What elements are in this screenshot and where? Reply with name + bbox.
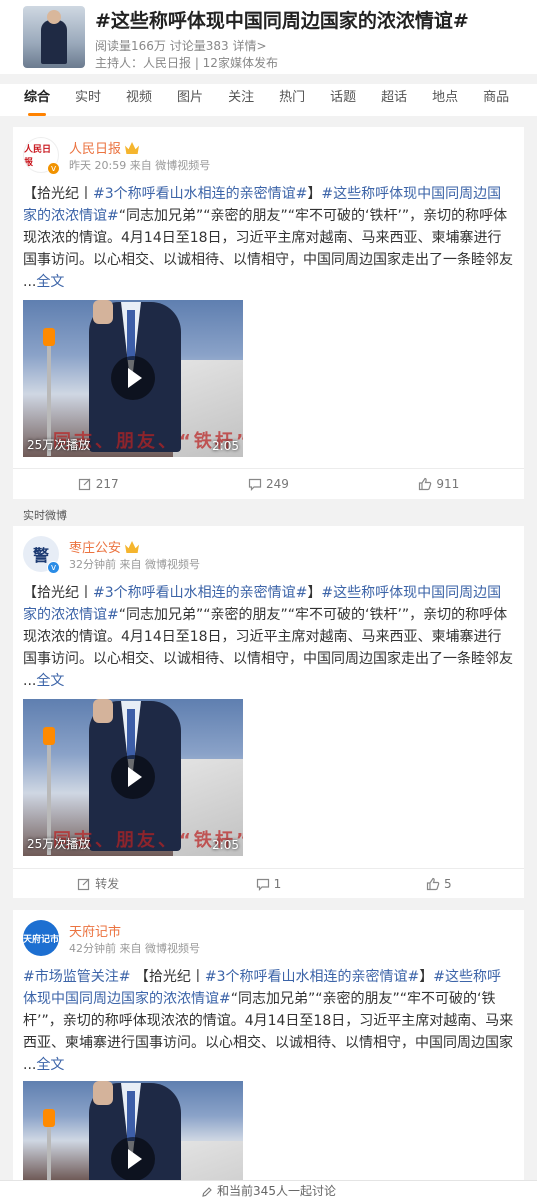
tab-images[interactable]: 图片: [177, 84, 203, 116]
repost-icon: [78, 478, 91, 491]
author-name[interactable]: 枣庄公安: [69, 537, 140, 556]
comment-button[interactable]: 1: [183, 869, 353, 898]
post-meta: 32分钟前 来自 微博视频号: [69, 558, 200, 571]
video-thumbnail[interactable]: [23, 1081, 243, 1180]
topic-thumbnail[interactable]: [23, 6, 85, 68]
hashtag-link[interactable]: #3个称呼看山水相连的亲密情谊#: [93, 186, 307, 202]
tab-hot[interactable]: 热门: [279, 84, 305, 116]
video-thumbnail[interactable]: 同志、朋友、“铁杆” 25万次播放 2:05: [23, 300, 243, 457]
crown-icon: [125, 142, 140, 154]
hashtag-link[interactable]: #3个称呼看山水相连的亲密情谊#: [205, 969, 419, 985]
play-count: 25万次播放: [27, 837, 91, 851]
post-card: 警 v 枣庄公安 32分钟前 来自 微博视频号 【拾光纪丨#3个称呼看山水相连的…: [13, 526, 524, 898]
post-header: 天府记市 天府记市 42分钟前 来自 微博视频号: [23, 920, 513, 964]
comment-icon: [256, 878, 269, 891]
play-icon[interactable]: [111, 356, 155, 400]
tab-realtime[interactable]: 实时: [75, 84, 101, 116]
topic-host: 主持人：人民日报 | 12家媒体发布: [95, 56, 278, 70]
post-meta: 昨天 20:59 来自 微博视频号: [69, 159, 211, 172]
play-count: 25万次播放: [27, 438, 91, 452]
pencil-icon: [202, 1187, 212, 1197]
verified-badge-icon: v: [47, 162, 60, 175]
post-header: 警 v 枣庄公安 32分钟前 来自 微博视频号: [23, 536, 513, 580]
post-text: #市场监管关注# 【拾光纪丨#3个称呼看山水相连的亲密情谊#】#这些称呼体现中国…: [23, 969, 514, 1073]
section-label: 实时微博: [23, 509, 67, 522]
action-bar: 转发 1 5: [13, 868, 524, 898]
play-icon[interactable]: [111, 755, 155, 799]
expand-full-link[interactable]: 全文: [36, 673, 64, 689]
repost-icon: [78, 878, 90, 891]
tab-video[interactable]: 视频: [126, 84, 152, 116]
post-meta: 42分钟前 来自 微博视频号: [69, 942, 200, 955]
tab-bar: 综合 实时 视频 图片 关注 热门 话题 超话 地点 商品: [0, 84, 537, 116]
post-header: 人民日报 v 人民日报 昨天 20:59 来自 微博视频号: [23, 137, 513, 181]
like-button[interactable]: 911: [354, 469, 524, 498]
tab-products[interactable]: 商品: [483, 84, 509, 116]
play-icon[interactable]: [111, 1137, 155, 1180]
tab-following[interactable]: 关注: [228, 84, 254, 116]
verified-badge-icon: v: [47, 561, 60, 574]
avatar[interactable]: 天府记市: [23, 920, 59, 956]
hashtag-link[interactable]: #3个称呼看山水相连的亲密情谊#: [93, 585, 307, 601]
video-duration: 2:05: [212, 838, 239, 852]
comment-icon: [248, 478, 262, 491]
expand-full-link[interactable]: 全文: [36, 1057, 64, 1073]
post-card: 天府记市 天府记市 42分钟前 来自 微博视频号 #市场监管关注# 【拾光纪丨#…: [13, 910, 524, 1180]
crown-icon: [125, 541, 140, 553]
repost-button[interactable]: 转发: [13, 869, 183, 898]
expand-full-link[interactable]: 全文: [36, 274, 64, 290]
action-bar: 217 249 911: [13, 468, 524, 498]
thumbs-up-icon: [426, 877, 440, 891]
post-text: 【拾光纪丨#3个称呼看山水相连的亲密情谊#】#这些称呼体现中国同周边国家的浓浓情…: [23, 186, 513, 290]
hashtag-link[interactable]: #市场监管关注#: [23, 969, 130, 985]
video-duration: 2:05: [212, 439, 239, 453]
tab-supertopic[interactable]: 超话: [381, 84, 407, 116]
post-text: 【拾光纪丨#3个称呼看山水相连的亲密情谊#】#这些称呼体现中国同周边国家的浓浓情…: [23, 585, 513, 689]
tab-topics[interactable]: 话题: [330, 84, 356, 116]
like-button[interactable]: 5: [354, 869, 524, 898]
thumbs-up-icon: [419, 477, 432, 491]
post-card: 人民日报 v 人民日报 昨天 20:59 来自 微博视频号 【拾光纪丨#3个称呼…: [13, 127, 524, 499]
repost-button[interactable]: 217: [13, 469, 183, 498]
comment-button[interactable]: 249: [183, 469, 353, 498]
author-name[interactable]: 人民日报: [69, 138, 140, 157]
video-thumbnail[interactable]: 同志、朋友、“铁杆” 25万次播放 2:05: [23, 699, 243, 856]
topic-header: #这些称呼体现中国同周边国家的浓浓情谊# 阅读量166万 讨论量383 详情> …: [0, 0, 537, 74]
author-name[interactable]: 天府记市: [69, 921, 121, 940]
discussion-bar[interactable]: 和当前345人一起讨论: [0, 1180, 537, 1200]
topic-stats[interactable]: 阅读量166万 讨论量383 详情>: [95, 37, 267, 54]
tab-location[interactable]: 地点: [432, 84, 458, 116]
topic-title: #这些称呼体现中国同周边国家的浓浓情谊#: [95, 10, 469, 32]
tab-comprehensive[interactable]: 综合: [24, 84, 50, 116]
